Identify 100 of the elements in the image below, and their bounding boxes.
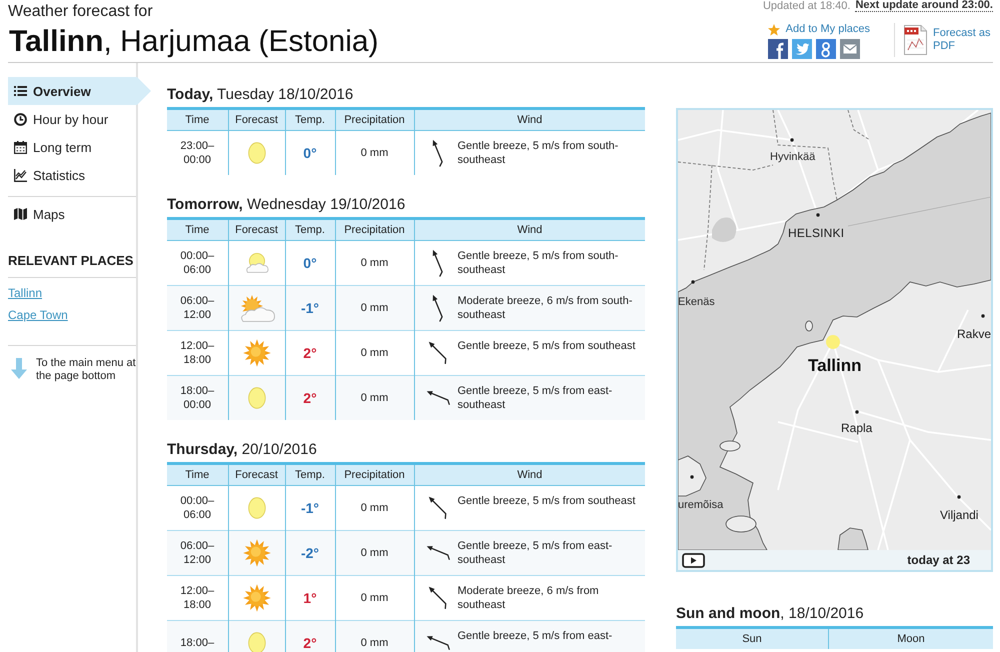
temperature: -2°	[300, 545, 320, 561]
wind-arrow-icon	[426, 545, 450, 561]
map-label: Rapla	[841, 421, 872, 435]
column-header: Forecast	[228, 464, 285, 486]
moon-icon	[248, 142, 266, 164]
map-label: Viljandi	[940, 508, 978, 522]
temperature: 2°	[303, 635, 317, 651]
temperature: 0°	[303, 255, 317, 271]
time-range: 00:00–06:00	[179, 249, 216, 277]
down-arrow-icon	[11, 358, 27, 379]
precipitation-amount: 0 mm	[360, 302, 388, 314]
wind-arrow-icon	[426, 635, 450, 651]
time-range: 23:00–00:00	[179, 139, 216, 167]
page-title: Tallinn, Harjumaa (Estonia)	[9, 25, 379, 59]
wind-description: Gentle breeze, 5 m/s from south-southeast	[458, 139, 620, 168]
wind-description: Moderate breeze, 6 m/s from southeast	[458, 584, 600, 613]
time-range: 06:00–12:00	[179, 539, 216, 567]
temperature: 2°	[303, 390, 317, 406]
wind-description: Gentle breeze, 5 m/s from east-southeast	[458, 384, 614, 413]
column-header: Time	[167, 464, 228, 486]
map-label: Rakve	[956, 327, 991, 341]
wind-arrow-icon	[428, 341, 447, 365]
precipitation-amount: 0 mm	[360, 257, 388, 269]
page-subtitle: Weather forecast for	[8, 2, 154, 21]
sidebar-item[interactable]: Statistics	[8, 161, 136, 189]
wind-arrow-icon	[432, 249, 443, 277]
temperature: 1°	[303, 590, 317, 606]
map-label: uremõisa	[678, 499, 724, 512]
main-menu-link[interactable]: To the main menu at the page bottom	[8, 357, 136, 383]
temperature: 0°	[303, 145, 317, 161]
clock-icon	[14, 112, 27, 126]
column-header: Temp.	[285, 108, 335, 130]
time-range: 00:00–06:00	[179, 494, 216, 522]
moon-icon	[248, 387, 266, 409]
precipitation-amount: 0 mm	[360, 147, 388, 159]
line-chart-icon	[14, 168, 27, 182]
wind-description: Gentle breeze, 5 m/s from south-southeast	[458, 249, 620, 278]
moon-icon	[826, 335, 840, 349]
precipitation-amount: 0 mm	[360, 547, 388, 559]
precipitation-amount: 0 mm	[360, 502, 388, 514]
wind-arrow-icon	[432, 294, 443, 322]
time-range: 06:00–12:00	[179, 294, 216, 322]
play-button-icon[interactable]	[682, 552, 705, 568]
column-header: Moon	[828, 628, 993, 649]
day-heading: Thursday, 20/10/2016	[167, 440, 318, 460]
wind-arrow-icon	[432, 139, 443, 167]
sun-icon	[242, 339, 270, 367]
cloud-sun-icon	[238, 294, 274, 322]
add-to-places-link[interactable]: Add to My places	[768, 23, 870, 36]
star-icon	[768, 24, 780, 36]
list-icon	[14, 86, 27, 96]
column-header: Temp.	[285, 218, 335, 240]
map-label: Ekenäs	[678, 296, 715, 309]
column-header: Wind	[414, 218, 645, 240]
last-updated-text: Updated at 18:40.	[762, 0, 850, 12]
pdf-document-icon	[904, 25, 927, 55]
column-header: Precipitation	[335, 464, 414, 486]
precipitation-amount: 0 mm	[360, 592, 388, 604]
precipitation-amount: 0 mm	[360, 347, 388, 359]
precipitation-amount: 0 mm	[360, 637, 388, 649]
wind-arrow-icon	[428, 496, 447, 520]
time-range: 12:00–18:00	[179, 584, 216, 612]
time-range: 18:00–	[179, 636, 216, 650]
map-icon	[14, 208, 27, 220]
column-header: Wind	[414, 108, 645, 130]
column-header: Precipitation	[335, 218, 414, 240]
sidebar-item[interactable]: Overview	[8, 77, 151, 105]
google-plus-icon[interactable]	[816, 39, 836, 59]
wind-description: Gentle breeze, 5 m/s from east-southeast	[458, 539, 614, 568]
sidebar-item[interactable]: Long term	[8, 133, 136, 161]
wind-arrow-icon	[426, 390, 450, 406]
facebook-icon[interactable]	[768, 39, 788, 59]
time-range: 12:00–18:00	[179, 339, 216, 367]
section-heading: Sun and moon, 18/10/2016	[676, 604, 865, 624]
sidebar-item[interactable]: Maps	[8, 200, 136, 228]
precipitation-amount: 0 mm	[360, 392, 388, 404]
cloud-moon-icon	[244, 253, 268, 273]
wind-arrow-icon	[428, 586, 447, 610]
column-header: Forecast	[228, 108, 285, 130]
moon-icon	[248, 497, 266, 519]
email-icon[interactable]	[840, 39, 860, 59]
column-header: Precipitation	[335, 108, 414, 130]
column-header: Time	[167, 218, 228, 240]
map-label: Tallinn	[808, 356, 862, 376]
next-update-text: Next update around 23:00.	[855, 0, 993, 12]
wind-description: Gentle breeze, 5 m/s from southeast	[458, 494, 636, 509]
pdf-forecast-link[interactable]: Forecast as PDF	[904, 25, 995, 55]
sun-icon	[242, 584, 270, 612]
column-header: Forecast	[228, 218, 285, 240]
column-header: Temp.	[285, 464, 335, 486]
sun-icon	[242, 539, 270, 567]
sidebar-item[interactable]: Hour by hour	[8, 105, 136, 133]
calendar-icon	[14, 140, 27, 154]
column-header: Wind	[414, 464, 645, 486]
section-heading: RELEVANT PLACES	[8, 253, 136, 278]
moon-icon	[248, 632, 266, 652]
day-heading: Tomorrow, Wednesday 19/10/2016	[167, 195, 406, 215]
column-header: Time	[167, 108, 228, 130]
column-header: Sun	[676, 628, 828, 649]
day-heading: Today, Tuesday 18/10/2016	[167, 85, 354, 105]
